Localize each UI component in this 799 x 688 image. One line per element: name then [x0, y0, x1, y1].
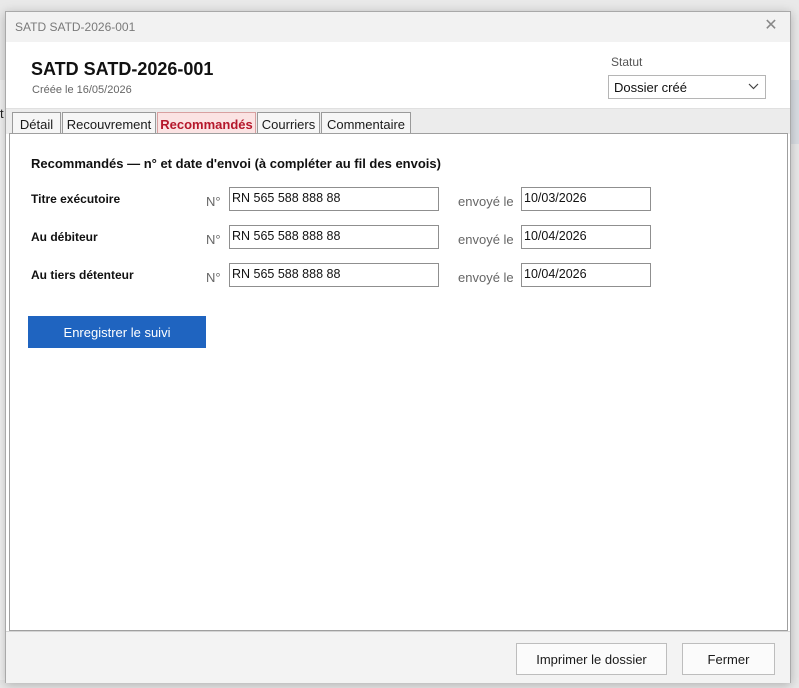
chevron-down-icon	[748, 79, 759, 96]
sent-label: envoyé le	[458, 270, 514, 285]
debiteur-number-input[interactable]: RN 565 588 888 88	[229, 225, 439, 249]
print-dossier-button[interactable]: Imprimer le dossier	[516, 643, 667, 675]
close-icon[interactable]: ✕	[762, 17, 780, 35]
created-date: Créée le 16/05/2026	[32, 84, 132, 96]
dialog-footer: Imprimer le dossier Fermer	[6, 631, 790, 683]
number-label: N°	[206, 194, 221, 209]
tab-recommandes[interactable]: Recommandés	[157, 112, 256, 134]
tab-commentaire[interactable]: Commentaire	[321, 112, 411, 134]
sent-label: envoyé le	[458, 232, 514, 247]
tab-panel-recommandes: Recommandés — n° et date d'envoi (à comp…	[9, 133, 788, 631]
save-tracking-button[interactable]: Enregistrer le suivi	[28, 316, 206, 348]
tiers-detenteur-number-input[interactable]: RN 565 588 888 88	[229, 263, 439, 287]
number-label: N°	[206, 232, 221, 247]
statut-select[interactable]: Dossier créé	[608, 75, 766, 99]
statut-label: Statut	[611, 55, 643, 69]
tab-detail[interactable]: Détail	[12, 112, 61, 134]
tiers-detenteur-date-input[interactable]: 10/04/2026	[521, 263, 651, 287]
titre-executoire-date-input[interactable]: 10/03/2026	[521, 187, 651, 211]
tab-recouvrement[interactable]: Recouvrement	[62, 112, 156, 134]
window-title: SATD SATD-2026-001	[15, 20, 136, 34]
tab-courriers[interactable]: Courriers	[257, 112, 320, 134]
row-label-tiers-detenteur: Au tiers détenteur	[31, 268, 134, 282]
close-button[interactable]: Fermer	[682, 643, 775, 675]
titre-executoire-number-input[interactable]: RN 565 588 888 88	[229, 187, 439, 211]
dialog-header: SATD SATD-2026-001 Créée le 16/05/2026 S…	[6, 42, 790, 108]
row-label-titre-executoire: Titre exécutoire	[31, 192, 121, 206]
section-title: Recommandés — n° et date d'envoi (à comp…	[31, 156, 441, 171]
title-bar: SATD SATD-2026-001 ✕	[6, 12, 790, 42]
tab-bar: Détail Recouvrement Recommandés Courrier…	[6, 108, 790, 134]
background-cut-text: t	[0, 106, 4, 121]
debiteur-date-input[interactable]: 10/04/2026	[521, 225, 651, 249]
sent-label: envoyé le	[458, 194, 514, 209]
statut-value: Dossier créé	[614, 80, 687, 95]
background-app-strip-right	[790, 80, 799, 144]
page-title: SATD SATD-2026-001	[31, 59, 214, 79]
dialog-window: SATD SATD-2026-001 ✕ SATD SATD-2026-001 …	[5, 11, 791, 683]
number-label: N°	[206, 270, 221, 285]
row-label-debiteur: Au débiteur	[31, 230, 98, 244]
